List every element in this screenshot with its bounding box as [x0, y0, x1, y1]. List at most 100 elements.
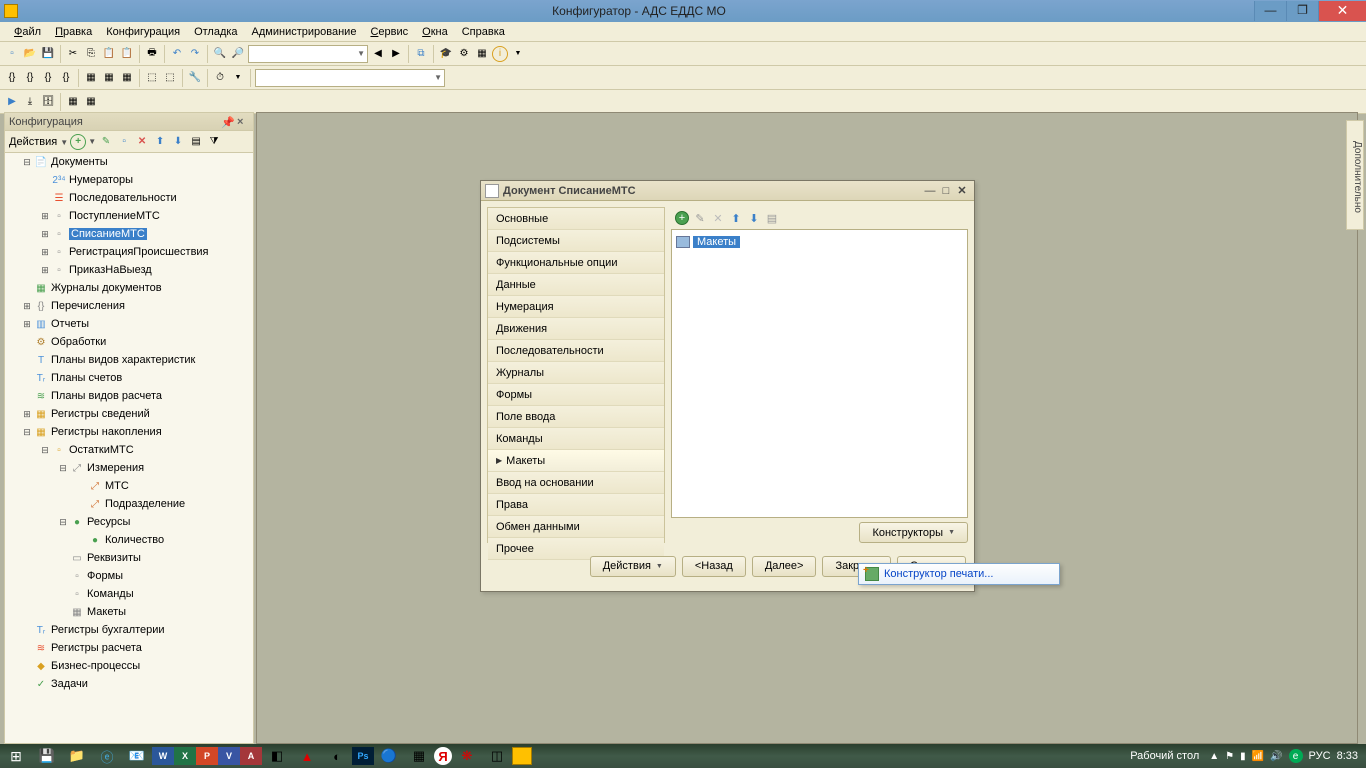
tree-node[interactable]: ⊞{}Перечисления	[5, 297, 253, 315]
task-app4-icon[interactable]: ▦	[404, 744, 434, 768]
paste2-icon[interactable]: 📋	[119, 46, 135, 62]
tree-node[interactable]: ⊞▫СписаниеМТС	[5, 225, 253, 243]
tree-node[interactable]: ▦Журналы документов	[5, 279, 253, 297]
close-button[interactable]: ✕	[1318, 1, 1366, 21]
config-tree[interactable]: ⊟📄Документы2³⁴Нумераторы☰Последовательно…	[5, 153, 253, 743]
doc-actions-button[interactable]: Действия▼	[590, 556, 676, 577]
docwin-header[interactable]: Документ СписаниеМТС — □ ✕	[481, 181, 974, 201]
doc-tab[interactable]: Макеты	[488, 450, 664, 472]
doc-tab[interactable]: Команды	[488, 428, 664, 450]
task-app2-icon[interactable]: ◐	[322, 744, 352, 768]
search-combo[interactable]: ▼	[248, 45, 368, 63]
doc-tab[interactable]: Формы	[488, 384, 664, 406]
help-icon[interactable]: i	[492, 46, 508, 62]
panel-actions[interactable]: Действия ▼	[9, 136, 68, 148]
menu-edit[interactable]: Правка	[49, 24, 98, 40]
doc-right-tree[interactable]: Макеты	[671, 229, 968, 518]
menu-windows[interactable]: Окна	[416, 24, 454, 40]
tree-node[interactable]: ⤢МТС	[5, 477, 253, 495]
tree-node[interactable]: ◆Бизнес-процессы	[5, 657, 253, 675]
nav-back-icon[interactable]: ◀	[370, 46, 386, 62]
doc-tab[interactable]: Данные	[488, 274, 664, 296]
tree-node[interactable]: ⊟●Ресурсы	[5, 513, 253, 531]
undo-icon[interactable]: ↶	[169, 46, 185, 62]
task-mail-icon[interactable]: 📧	[122, 744, 152, 768]
rt-add-icon[interactable]: +	[675, 211, 689, 225]
redo-icon[interactable]: ↷	[187, 46, 203, 62]
tree-node[interactable]: 2³⁴Нумераторы	[5, 171, 253, 189]
task-powerpoint-icon[interactable]: P	[196, 747, 218, 765]
new2-icon[interactable]: ▫	[116, 134, 132, 150]
tree-node[interactable]: ⊟📄Документы	[5, 153, 253, 171]
doc-max-icon[interactable]: □	[938, 185, 954, 197]
tree-node[interactable]: ТᵣРегистры бухгалтерии	[5, 621, 253, 639]
tray-lang[interactable]: РУС	[1309, 750, 1331, 762]
task-access-icon[interactable]: A	[240, 747, 262, 765]
task-pdf-icon[interactable]: ▲	[292, 744, 322, 768]
doc-tab[interactable]: Ввод на основании	[488, 472, 664, 494]
tree-node[interactable]: ⤢Подразделение	[5, 495, 253, 513]
tree-node[interactable]: ⚙Обработки	[5, 333, 253, 351]
rt-del-icon[interactable]: ✕	[711, 211, 725, 225]
right-dock-tab[interactable]: Дополнительно	[1346, 120, 1364, 230]
doc-next-button[interactable]: Далее>	[752, 556, 817, 577]
tree-node[interactable]: ⊟▦Регистры накопления	[5, 423, 253, 441]
tree-node[interactable]: ▭Реквизиты	[5, 549, 253, 567]
panel-close-icon[interactable]: ×	[237, 116, 249, 128]
menu-config[interactable]: Конфигурация	[100, 24, 186, 40]
tree-node[interactable]: TПланы видов характеристик	[5, 351, 253, 369]
task-ps-icon[interactable]: Ps	[352, 747, 374, 765]
doc-tab[interactable]: Последовательности	[488, 340, 664, 362]
calendar-icon[interactable]: ▦	[474, 46, 490, 62]
task-excel-icon[interactable]: X	[174, 747, 196, 765]
dropdown-icon[interactable]: ▼	[510, 46, 526, 62]
print-constructor-item[interactable]: Конструктор печати...	[884, 568, 993, 580]
rt-edit-icon[interactable]: ✎	[693, 211, 707, 225]
task-yandex-icon[interactable]: Я	[434, 747, 452, 765]
dbg6-icon[interactable]: ▦	[101, 70, 117, 86]
panel-header[interactable]: Конфигурация 📌 ×	[5, 113, 253, 131]
constructors-button[interactable]: Конструкторы▼	[859, 522, 968, 543]
rt-up-icon[interactable]: ⬆	[729, 211, 743, 225]
doc-tab[interactable]: Поле ввода	[488, 406, 664, 428]
dbg8-icon[interactable]: ⬚	[144, 70, 160, 86]
run5-icon[interactable]: ▦	[83, 94, 99, 110]
find2-icon[interactable]: 🔎	[230, 46, 246, 62]
tray-battery-icon[interactable]: ▮	[1240, 751, 1246, 762]
add-icon[interactable]: +	[70, 134, 86, 150]
run2-icon[interactable]: ⤓	[22, 94, 38, 110]
new-icon[interactable]: ▫	[4, 46, 20, 62]
maximize-button[interactable]: ❐	[1286, 1, 1318, 21]
tree-node[interactable]: ▫Формы	[5, 567, 253, 585]
copy-icon[interactable]: ⎘	[83, 46, 99, 62]
task-word-icon[interactable]: W	[152, 747, 174, 765]
task-app3-icon[interactable]: 🔵	[374, 744, 404, 768]
dbg5-icon[interactable]: ▦	[83, 70, 99, 86]
filter-icon[interactable]: ⧩	[206, 134, 222, 150]
dd2-icon[interactable]: ▼	[230, 70, 246, 86]
task-app5-icon[interactable]: ❋	[452, 744, 482, 768]
open-icon[interactable]: 📂	[22, 46, 38, 62]
task-app6-icon[interactable]: ◫	[482, 744, 512, 768]
add-dd-icon[interactable]: ▼	[88, 137, 96, 146]
save-icon[interactable]: 💾	[40, 46, 56, 62]
doc-tab[interactable]: Права	[488, 494, 664, 516]
cut-icon[interactable]: ✂	[65, 46, 81, 62]
tree-node[interactable]: ☰Последовательности	[5, 189, 253, 207]
doc-tab[interactable]: Нумерация	[488, 296, 664, 318]
tree-node[interactable]: ⊞▫ПоступлениеМТС	[5, 207, 253, 225]
print-icon[interactable]: 🖶	[144, 46, 160, 62]
paste-icon[interactable]: 📋	[101, 46, 117, 62]
down-icon[interactable]: ⬇	[170, 134, 186, 150]
settings-icon[interactable]: ⚙	[456, 46, 472, 62]
dbg4-icon[interactable]: {}	[58, 70, 74, 86]
doc-back-button[interactable]: <Назад	[682, 556, 746, 577]
task-visio-icon[interactable]: V	[218, 747, 240, 765]
menu-file[interactable]: Файл	[8, 24, 47, 40]
dbg9-icon[interactable]: ⬚	[162, 70, 178, 86]
tray-up-icon[interactable]: ▲	[1209, 751, 1219, 762]
wizard-icon[interactable]: 🎓	[438, 46, 454, 62]
tree-node[interactable]: ▫Команды	[5, 585, 253, 603]
dbg1-icon[interactable]: {}	[4, 70, 20, 86]
minimize-button[interactable]: —	[1254, 1, 1286, 21]
